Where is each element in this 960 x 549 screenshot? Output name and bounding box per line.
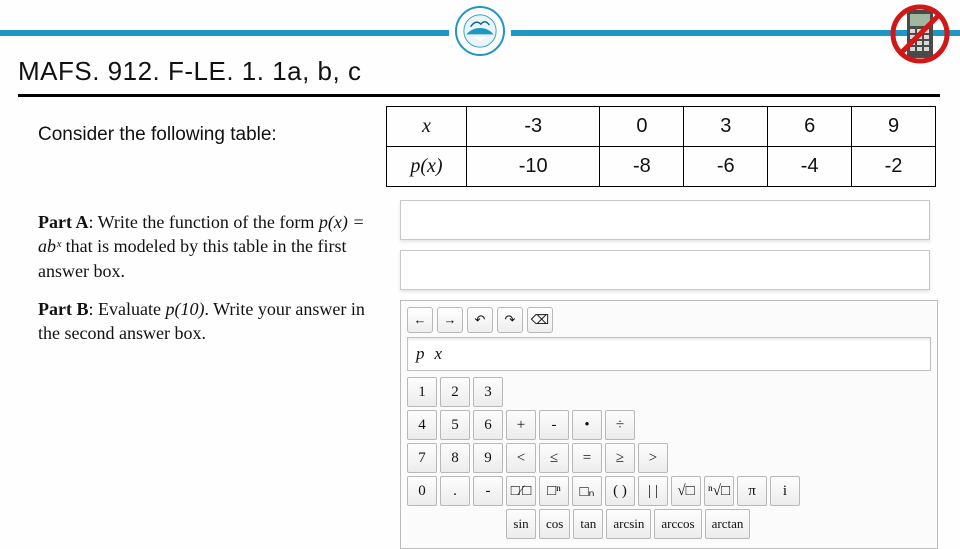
table-cell: -10 <box>467 147 600 187</box>
key-arctan[interactable]: arctan <box>705 509 751 539</box>
key-minus[interactable]: - <box>539 410 569 440</box>
key-power[interactable]: □ⁿ <box>539 476 569 506</box>
key-nroot[interactable]: ⁿ√□ <box>704 476 734 506</box>
key-1[interactable]: 1 <box>407 377 437 407</box>
keypad-row: 7 8 9 < ≤ = ≥ > <box>407 443 931 473</box>
table-cell: -4 <box>768 147 852 187</box>
title-underline <box>18 94 940 97</box>
table-cell: 9 <box>852 107 936 147</box>
no-calculator-icon <box>890 4 950 64</box>
key-gt[interactable]: > <box>638 443 668 473</box>
part-a-text: : Write the function of the form <box>88 212 318 232</box>
header-bar <box>0 22 960 44</box>
answer-box-2[interactable] <box>400 250 930 290</box>
key-2[interactable]: 2 <box>440 377 470 407</box>
header-rule-left <box>0 30 449 36</box>
part-a-text2: that is modeled by this table in the fir… <box>38 236 347 280</box>
key-ge[interactable]: ≥ <box>605 443 635 473</box>
math-keypad: ← → ↶ ↷ ⌫ p x 1 2 3 4 5 6 + - • ÷ 7 8 9 … <box>400 300 938 549</box>
table-cell: 6 <box>768 107 852 147</box>
table-cell: 0 <box>600 107 684 147</box>
table-cell: 3 <box>684 107 768 147</box>
keypad-row: 0 . - □⁄□ □ⁿ □ₙ ( ) | | √□ ⁿ√□ π i <box>407 476 931 506</box>
key-8[interactable]: 8 <box>440 443 470 473</box>
key-abs[interactable]: | | <box>638 476 668 506</box>
backspace-button[interactable]: ⌫ <box>527 307 553 333</box>
table-row: p(x) -10 -8 -6 -4 -2 <box>387 147 936 187</box>
standard-code: MAFS. 912. F-LE. 1. 1a, b, c <box>18 56 361 87</box>
key-decimal[interactable]: . <box>440 476 470 506</box>
nav-left-button[interactable]: ← <box>407 307 433 333</box>
key-7[interactable]: 7 <box>407 443 437 473</box>
key-0[interactable]: 0 <box>407 476 437 506</box>
function-table: x -3 0 3 6 9 p(x) -10 -8 -6 -4 -2 <box>386 106 936 187</box>
key-tan[interactable]: tan <box>573 509 603 539</box>
key-eq[interactable]: = <box>572 443 602 473</box>
table-cell: -6 <box>684 147 768 187</box>
key-cos[interactable]: cos <box>539 509 570 539</box>
nav-right-button[interactable]: → <box>437 307 463 333</box>
part-b: Part B: Evaluate p(10). Write your answe… <box>38 297 378 346</box>
keypad-toolbar: ← → ↶ ↷ ⌫ <box>401 301 937 337</box>
prompt-text: Consider the following table: <box>38 124 277 146</box>
key-5[interactable]: 5 <box>440 410 470 440</box>
part-b-label: Part B <box>38 299 88 319</box>
key-pi[interactable]: π <box>737 476 767 506</box>
key-plus[interactable]: + <box>506 410 536 440</box>
table-cell: -8 <box>600 147 684 187</box>
key-arccos[interactable]: arccos <box>654 509 701 539</box>
key-i[interactable]: i <box>770 476 800 506</box>
table-cell: -3 <box>467 107 600 147</box>
keypad-row: 1 2 3 <box>407 377 931 407</box>
key-9[interactable]: 9 <box>473 443 503 473</box>
key-lt[interactable]: < <box>506 443 536 473</box>
table-row: x -3 0 3 6 9 <box>387 107 936 147</box>
entry-token: x <box>435 344 443 364</box>
key-arcsin[interactable]: arcsin <box>606 509 651 539</box>
key-3[interactable]: 3 <box>473 377 503 407</box>
key-parens[interactable]: ( ) <box>605 476 635 506</box>
part-b-text: : Evaluate <box>88 299 165 319</box>
key-dot-op[interactable]: • <box>572 410 602 440</box>
redo-button[interactable]: ↷ <box>497 307 523 333</box>
key-le[interactable]: ≤ <box>539 443 569 473</box>
key-6[interactable]: 6 <box>473 410 503 440</box>
question-parts: Part A: Write the function of the form p… <box>38 210 378 359</box>
table-cell: -2 <box>852 147 936 187</box>
answer-box-1[interactable] <box>400 200 930 240</box>
row-label-x: x <box>387 107 467 147</box>
entry-token: p <box>416 344 425 364</box>
key-4[interactable]: 4 <box>407 410 437 440</box>
key-subscript[interactable]: □ₙ <box>572 476 602 506</box>
part-b-math: p(10) <box>165 299 204 319</box>
row-label-px: p(x) <box>387 147 467 187</box>
key-neg[interactable]: - <box>473 476 503 506</box>
part-a-label: Part A <box>38 212 88 232</box>
keypad-grid: 1 2 3 4 5 6 + - • ÷ 7 8 9 < ≤ = ≥ > 0 . … <box>401 377 937 548</box>
key-sin[interactable]: sin <box>506 509 536 539</box>
part-a: Part A: Write the function of the form p… <box>38 210 378 283</box>
district-logo-icon <box>455 6 505 56</box>
keypad-row: sin cos tan arcsin arccos arctan <box>506 509 931 539</box>
key-fraction[interactable]: □⁄□ <box>506 476 536 506</box>
key-sqrt[interactable]: √□ <box>671 476 701 506</box>
keypad-row: 4 5 6 + - • ÷ <box>407 410 931 440</box>
keypad-entry[interactable]: p x <box>407 337 931 371</box>
undo-button[interactable]: ↶ <box>467 307 493 333</box>
key-divide[interactable]: ÷ <box>605 410 635 440</box>
